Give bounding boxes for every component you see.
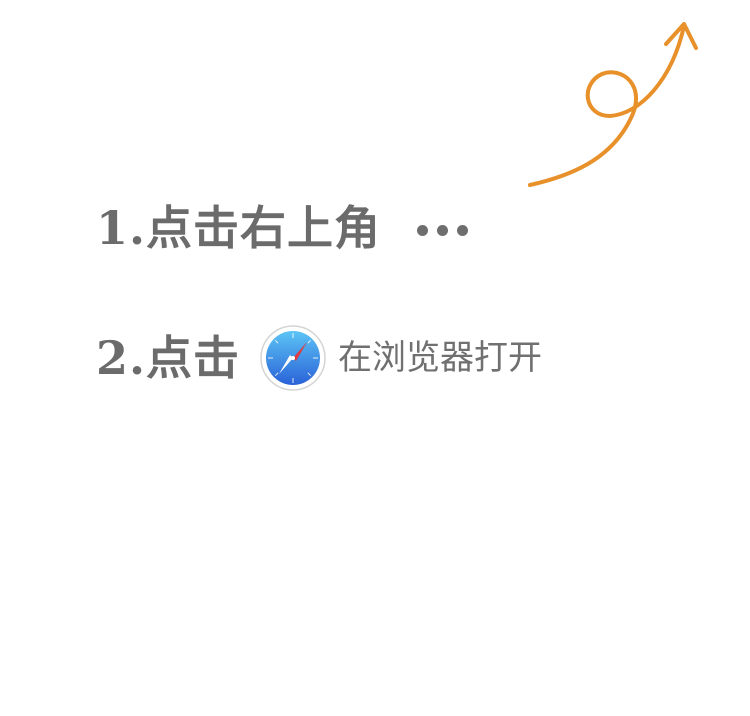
- open-in-browser-text: 在浏览器打开: [338, 338, 543, 378]
- step-two: 2.点击 在浏览器打开: [96, 322, 542, 394]
- safari-compass-icon: [260, 325, 326, 391]
- step-two-label: 2.点击: [96, 331, 241, 385]
- step-one: 1.点击右上角: [96, 196, 469, 260]
- step-one-label: 1.点击右上角: [96, 201, 382, 255]
- more-dots-icon: [417, 224, 469, 236]
